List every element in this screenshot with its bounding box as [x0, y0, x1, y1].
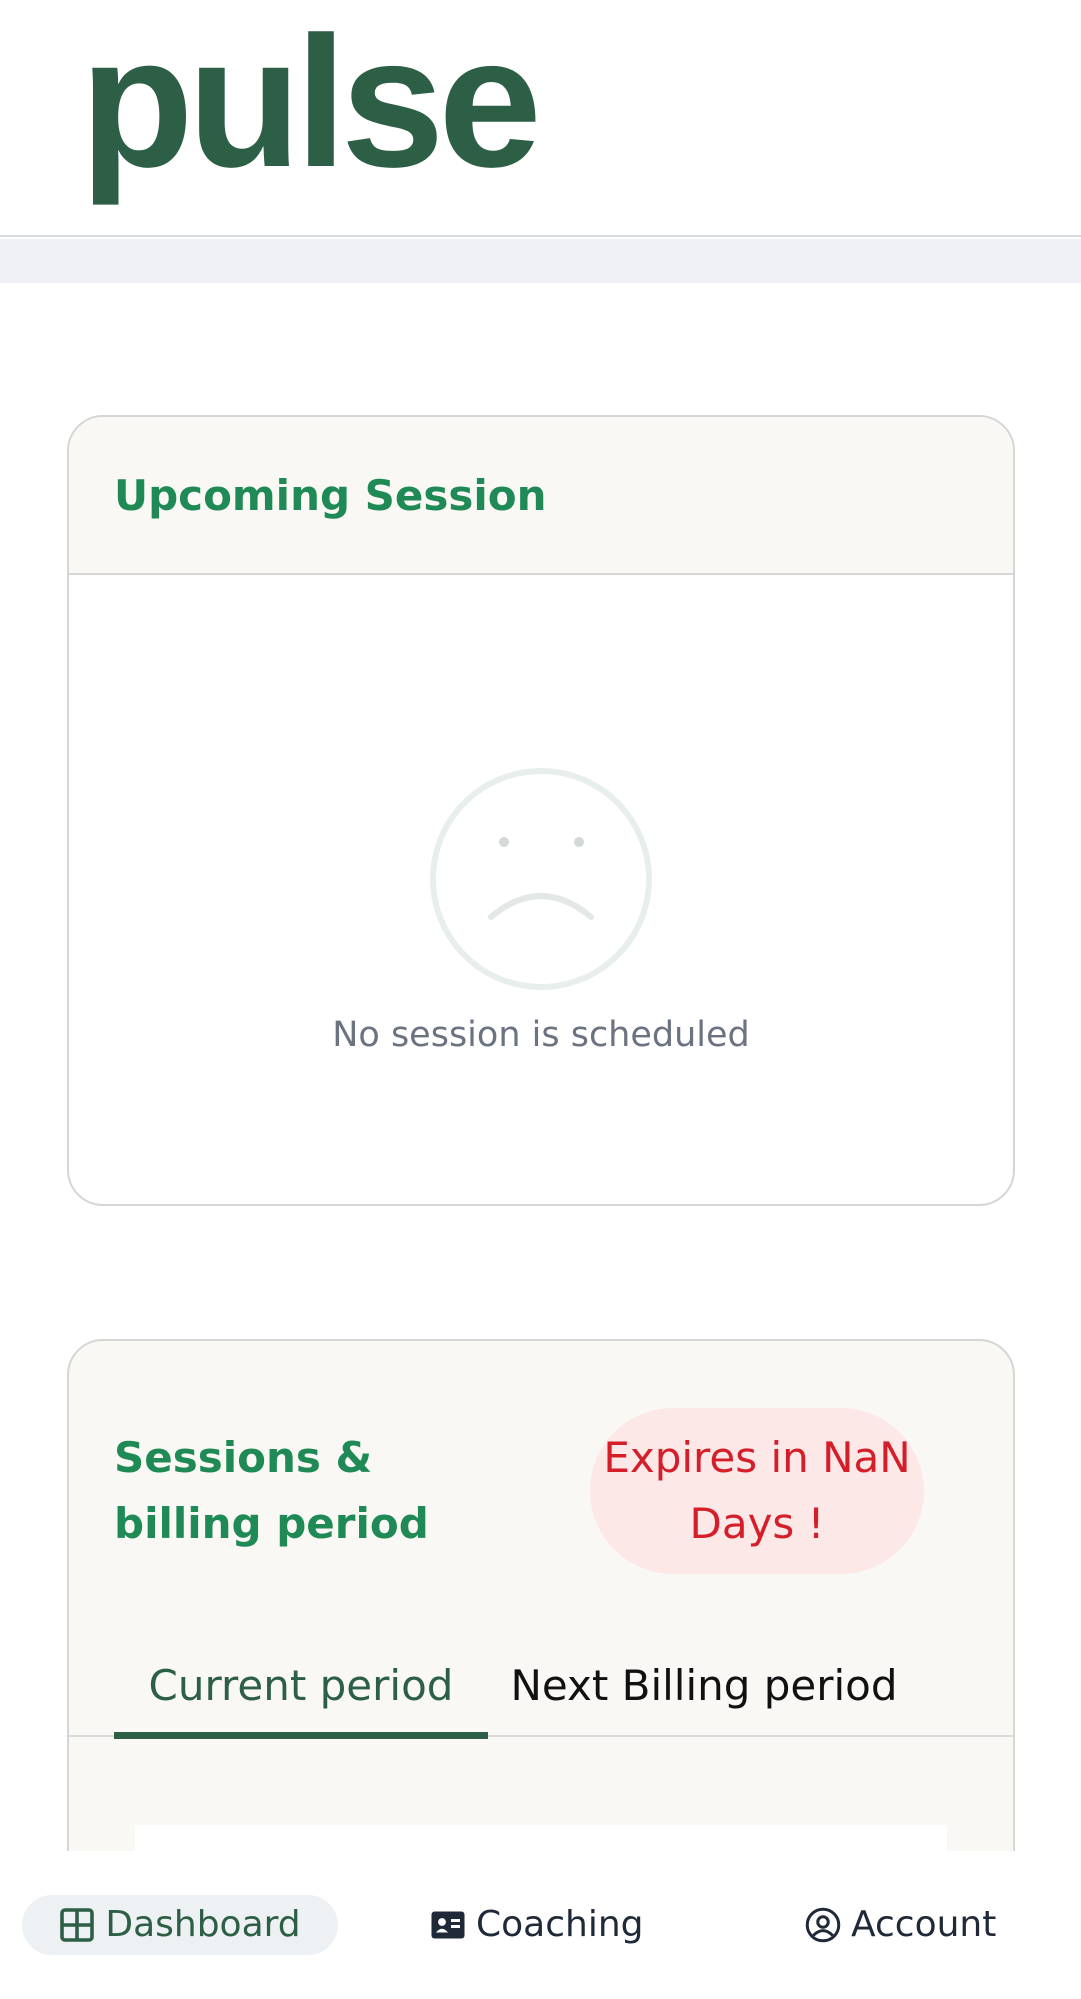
tab-current-period-label: Current period	[148, 1661, 454, 1710]
nav-account[interactable]: Account	[805, 1895, 1005, 1955]
app-header: pulse	[0, 0, 1081, 237]
active-tab-indicator	[114, 1732, 488, 1739]
nav-account-label: Account	[851, 1904, 997, 1945]
tab-next-billing-period[interactable]: Next Billing period	[489, 1641, 919, 1737]
grid-icon	[60, 1908, 95, 1942]
sad-face-icon	[430, 768, 652, 990]
nav-dashboard-label: Dashboard	[105, 1904, 301, 1945]
bottom-navigation: Dashboard Coaching Account	[0, 1851, 1081, 1999]
user-circle-icon	[805, 1907, 841, 1943]
upcoming-session-card: Upcoming Session No session is scheduled	[67, 415, 1015, 1206]
nav-coaching[interactable]: Coaching	[430, 1895, 660, 1955]
header-divider-strip	[0, 239, 1081, 283]
upcoming-session-title: Upcoming Session	[114, 471, 547, 520]
billing-card-title: Sessions & billing period	[114, 1433, 429, 1548]
expires-badge: Expires in NaN Days !	[590, 1408, 924, 1574]
billing-period-tabs: Current period Next Billing period	[69, 1641, 1013, 1739]
tab-current-period[interactable]: Current period	[114, 1641, 488, 1739]
pulse-logo[interactable]: pulse	[80, 10, 542, 196]
nav-coaching-label: Coaching	[476, 1904, 644, 1945]
nav-dashboard[interactable]: Dashboard	[22, 1895, 338, 1955]
no-session-message: No session is scheduled	[332, 1015, 750, 1055]
upcoming-session-header: Upcoming Session	[69, 417, 1013, 575]
tab-next-billing-period-label: Next Billing period	[510, 1661, 898, 1710]
id-card-icon	[431, 1911, 465, 1939]
